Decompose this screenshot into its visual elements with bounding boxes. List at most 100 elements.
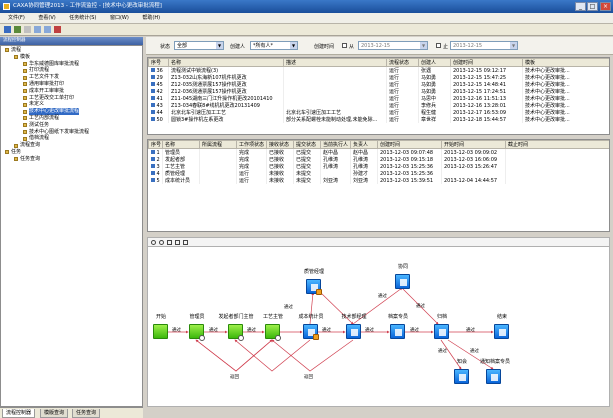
tree-item[interactable]: 技术中心图纸下发审批流程 — [1, 129, 142, 136]
from-checkbox[interactable] — [342, 43, 347, 48]
zoom-in-icon[interactable] — [151, 240, 156, 245]
column-header[interactable]: 序号 — [148, 58, 169, 67]
tree-view[interactable]: 流程 模板 华东威德图库审批流程 打印流程 工艺文件下发 通用审审批打印 成本开工审审批 工艺… — [0, 45, 143, 407]
table-row[interactable]: 44 北京北车引速压加工工艺 北京北车引速压加工工艺 运行 程生健 2013-12-17 … — [148, 109, 609, 116]
close-button[interactable]: × — [600, 2, 611, 11]
menu-help[interactable]: 帮助(H) — [142, 15, 160, 21]
tab-task-query[interactable]: 任务查询 — [72, 409, 101, 418]
node-end-node[interactable] — [434, 324, 449, 339]
column-header[interactable]: 创建时间 — [377, 140, 442, 149]
zoom-out-icon[interactable] — [159, 240, 164, 245]
tree-item[interactable]: 任务查询 — [1, 156, 142, 163]
tree-item[interactable]: 流程查询 — [1, 142, 142, 149]
maximize-button[interactable]: □ — [587, 2, 598, 11]
tree-item[interactable]: 工艺文件下发 — [1, 74, 142, 81]
from-date-picker[interactable]: 2013-12-15 ▼ — [358, 41, 428, 50]
table-row[interactable]: 42 Z12-036测通票展157操作机更改 运行 马如勇 2013-12-15 17:… — [148, 88, 609, 95]
tab-process-controller[interactable]: 流程控制器 — [2, 409, 36, 418]
grid-icon[interactable] — [175, 240, 180, 245]
node-archive[interactable] — [390, 324, 405, 339]
column-header[interactable]: 序号 — [148, 140, 163, 149]
tree-item[interactable]: 打印流程 — [1, 67, 142, 74]
table-row[interactable]: 2 发起者部 完成 已接收 已提交 孔维涛 孔维涛 2013-12-03 09:15:18 20… — [148, 156, 609, 163]
monitor-icon[interactable] — [4, 26, 11, 33]
table-row[interactable]: 29 Z13-032山东海新107机件机更改 运行 马如勇 2013-12-15 15:… — [148, 74, 609, 81]
column-header[interactable]: 描述 — [283, 58, 387, 67]
table-cell: 技术中心更改审批... — [522, 66, 609, 74]
tree-item[interactable]: 工艺更改交工单打印 — [1, 95, 142, 102]
column-header[interactable]: 截止时间 — [505, 140, 609, 149]
table-row[interactable]: 41 Z11-045湖南三门江升操作机更改20101410 运行 马思中 2013-12… — [148, 95, 609, 102]
table-cell: Z12-035测通票展157操作机更改 — [168, 81, 284, 88]
table-cell: Z12-036测通票展157操作机更改 — [168, 88, 284, 95]
column-header[interactable]: 流程状态 — [386, 58, 419, 67]
menu-view[interactable]: 查看(V) — [38, 15, 55, 21]
cell-text: 刘亚涛 — [353, 178, 369, 184]
table-row[interactable]: 1 管理员 完成 已接收 已提交 赵中昌 赵中昌 2013-12-03 09:07:48 201… — [148, 148, 609, 156]
filter-icon[interactable] — [24, 26, 31, 33]
tree-item[interactable]: 测试任务 — [1, 122, 142, 129]
node-notify2[interactable] — [486, 369, 501, 384]
minimize-button[interactable]: _ — [575, 2, 586, 11]
fit-icon[interactable] — [167, 240, 172, 245]
node-start[interactable] — [153, 324, 168, 339]
tree-item[interactable]: 任务 — [1, 149, 142, 156]
table-cell: 3 — [148, 163, 163, 170]
column-header[interactable]: 当前执行人 — [320, 140, 351, 149]
cell-text: 3 — [156, 163, 160, 170]
table-cell: 运行 — [386, 74, 419, 81]
tree-item[interactable]: 流程 — [1, 47, 142, 54]
play-icon[interactable] — [34, 26, 41, 33]
tree-item[interactable]: 成本开工审审批 — [1, 88, 142, 95]
table-row[interactable]: 36 流程测试中锁流程(3) 运行 张遇 2013-12-15 09:12:17 技术中心… — [148, 66, 609, 74]
menu-file[interactable]: 文件(F) — [8, 15, 25, 21]
tree-item[interactable]: 华东威德图库审批流程 — [1, 61, 142, 68]
column-header[interactable]: 名称 — [168, 58, 284, 67]
column-header[interactable]: 创建时间 — [450, 58, 523, 67]
table-row[interactable]: 5 成本统计员 运行 未接收 未提交 刘亚涛 刘亚涛 2013-12-03 15:39:51 2… — [148, 177, 609, 184]
column-header[interactable]: 负责人 — [350, 140, 378, 149]
column-header[interactable]: 名称 — [162, 140, 200, 149]
refresh-icon[interactable] — [14, 26, 21, 33]
column-header[interactable]: 模板 — [522, 58, 609, 67]
pause-icon[interactable] — [44, 26, 51, 33]
process-table: 序号 名称 描述 流程状态 创建人 创建时间 模板 36 流程测试中锁流程(3) 运行 张遇 201… — [147, 57, 610, 135]
tree-item[interactable]: 通用审审批打印 — [1, 81, 142, 88]
left-panel-title: 流程控制器 — [3, 38, 26, 43]
node-notify[interactable] — [454, 369, 469, 384]
table-row[interactable]: 43 Z13-034春联8#线机机更改20131409 运行 李修兵 2013-12-1… — [148, 102, 609, 109]
column-header[interactable]: 接收状态 — [266, 140, 294, 149]
node-cosign[interactable] — [395, 274, 410, 289]
menu-stats[interactable]: 任务统计(S) — [69, 15, 96, 21]
stop-icon[interactable] — [54, 26, 61, 33]
column-header[interactable]: 提交状态 — [293, 140, 321, 149]
creator-select[interactable]: *所有人* ▼ — [250, 41, 298, 50]
column-header[interactable]: 开始时间 — [441, 140, 506, 149]
tree-item[interactable]: 模板 — [1, 54, 142, 61]
tree-item[interactable]: 工艺内部流程 — [1, 115, 142, 122]
table-cell: 完成 — [236, 148, 267, 156]
status-select[interactable]: 全部 ▼ — [174, 41, 224, 50]
column-header[interactable]: 创建人 — [418, 58, 451, 67]
print-icon[interactable] — [183, 240, 188, 245]
table-cell — [283, 95, 387, 102]
to-date-picker[interactable]: 2013-12-15 ▼ — [450, 41, 518, 50]
cell-text: 2013-12-03 15:26:47 — [444, 163, 498, 170]
table-row[interactable]: 45 Z12-035测通票展157操作机更改 运行 马如勇 2013-12-15 14:… — [148, 81, 609, 88]
column-header[interactable]: 所属流程 — [199, 140, 237, 149]
to-checkbox[interactable] — [436, 43, 441, 48]
tree-item[interactable]: 技术中心更改审批流程 — [1, 108, 142, 115]
table-cell: 1 — [148, 148, 163, 156]
node-tech[interactable] — [346, 324, 361, 339]
process-icon — [23, 68, 27, 73]
edge-reject-3 — [234, 339, 311, 372]
table-cell: 5 — [148, 177, 163, 184]
menu-window[interactable]: 窗口(W) — [110, 15, 129, 21]
table-row[interactable]: 50 圆锁3#操作机左系更改 部分关系配螺栓未能制动处理,未能免除... 运行 章世祥 2… — [148, 116, 609, 123]
node-finish[interactable] — [494, 324, 509, 339]
table-row[interactable]: 4 质管经理 运行 未接收 未提交 孙建才 2013-12-03 15:25:36 — [148, 170, 609, 177]
column-header[interactable]: 工作项状态 — [236, 140, 267, 149]
tab-template-query[interactable]: 模版查询 — [40, 409, 69, 418]
table-row[interactable]: 3 工艺主管 完成 已接收 已提交 孔维涛 孔维涛 2013-12-03 15:25:36 20… — [148, 163, 609, 170]
cell-text: 技术中心更改审批... — [525, 117, 570, 123]
